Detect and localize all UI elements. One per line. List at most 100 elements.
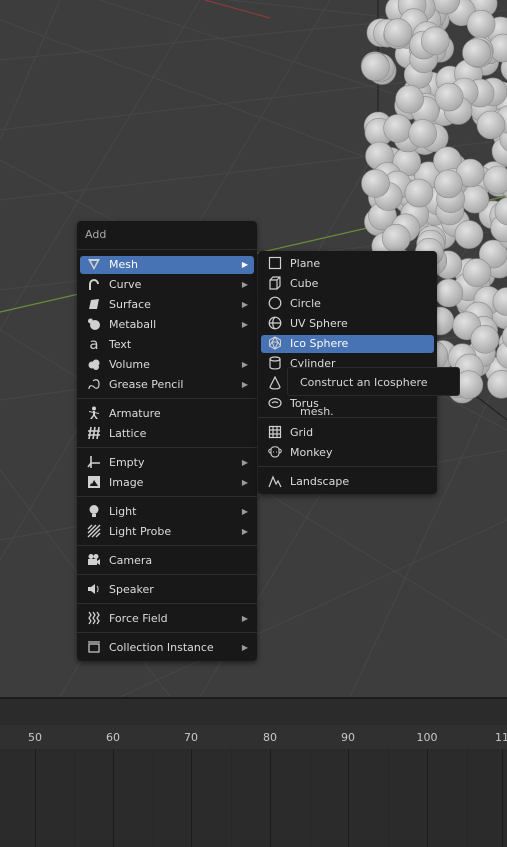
mesh-submenu-item-cube[interactable]: Cube <box>261 275 434 293</box>
timeline-frame-label: 100 <box>417 731 438 744</box>
menu-separator <box>258 466 437 467</box>
add-menu-item-metaball[interactable]: Metaball▶ <box>80 316 254 334</box>
add-menu-item-light[interactable]: Light ▶ <box>80 503 254 521</box>
torus-icon <box>267 396 283 412</box>
empty-icon <box>86 455 102 471</box>
add-menu-item-label: Lattice <box>109 427 146 440</box>
mesh-submenu-item-torus[interactable]: Torus <box>261 395 434 413</box>
plane-icon <box>267 256 283 272</box>
menu-separator <box>77 603 257 604</box>
add-menu-item-surface[interactable]: Surface ▶ <box>80 296 254 314</box>
menu-separator <box>77 496 257 497</box>
add-menu-item-light-probe[interactable]: Light Probe ▶ <box>80 523 254 541</box>
mesh-submenu-item-uv-sphere[interactable]: UV Sphere <box>261 315 434 333</box>
timeline-editor[interactable]: 506070809010011 <box>0 697 507 847</box>
timeline-frame-line <box>502 749 503 847</box>
add-menu-item-grease-pencil[interactable]: Grease Pencil ▶ <box>80 376 254 394</box>
timeline-frame-label: 70 <box>184 731 198 744</box>
curve-icon <box>86 277 102 293</box>
add-menu-item-volume[interactable]: Volume ▶ <box>80 356 254 374</box>
menu-separator <box>77 398 257 399</box>
text-icon: a <box>86 337 102 353</box>
submenu-arrow-icon: ▶ <box>242 523 248 541</box>
menu-separator <box>77 574 257 575</box>
mesh-submenu-item-label: Monkey <box>290 446 332 459</box>
add-menu-item-label: Grease Pencil <box>109 378 183 391</box>
circle-icon <box>267 296 283 312</box>
landscape-icon <box>267 474 283 490</box>
surface-icon <box>86 297 102 313</box>
submenu-arrow-icon: ▶ <box>242 376 248 394</box>
add-menu-item-text[interactable]: aText <box>80 336 254 354</box>
cube-icon <box>267 276 283 292</box>
add-menu-item-label: Camera <box>109 554 152 567</box>
add-menu-item-armature[interactable]: Armature <box>80 405 254 423</box>
mesh-submenu-item-landscape[interactable]: Landscape <box>261 473 434 491</box>
timeline-frame-label: 60 <box>106 731 120 744</box>
add-menu-item-curve[interactable]: Curve▶ <box>80 276 254 294</box>
timeline-frame-line <box>427 749 428 847</box>
add-menu-item-force-field[interactable]: Force Field▶ <box>80 610 254 628</box>
speaker-icon <box>86 582 102 598</box>
mesh-icon <box>86 257 102 273</box>
add-menu-item-mesh[interactable]: Mesh▶ <box>80 256 254 274</box>
light-probe-icon <box>86 524 102 540</box>
menu-separator <box>258 417 437 418</box>
mesh-submenu-item-grid[interactable]: Grid <box>261 424 434 442</box>
force-field-icon <box>86 611 102 627</box>
add-menu-item-label: Light Probe <box>109 525 171 538</box>
armature-icon <box>86 406 102 422</box>
cone-icon <box>267 376 283 392</box>
submenu-arrow-icon: ▶ <box>242 474 248 492</box>
add-menu-item-lattice[interactable]: Lattice <box>80 425 254 443</box>
add-menu-item-label: Mesh <box>109 258 138 271</box>
uv-sphere-icon <box>267 316 283 332</box>
cylinder-icon <box>267 356 283 372</box>
monkey-icon <box>267 445 283 461</box>
submenu-arrow-icon: ▶ <box>242 356 248 374</box>
timeline-minor-line <box>388 749 389 847</box>
add-menu-item-label: Image <box>109 476 143 489</box>
mesh-submenu-item-monkey[interactable]: Monkey <box>261 444 434 462</box>
add-menu-item-camera[interactable]: Camera <box>80 552 254 570</box>
mesh-submenu-item-label: Cube <box>290 277 318 290</box>
volume-icon <box>86 357 102 373</box>
mesh-submenu-item-label: Circle <box>290 297 321 310</box>
add-menu-item-label: Light <box>109 505 136 518</box>
mesh-submenu-item-circle[interactable]: Circle <box>261 295 434 313</box>
light-icon <box>86 504 102 520</box>
submenu-arrow-icon: ▶ <box>242 503 248 521</box>
add-menu-item-image[interactable]: Image ▶ <box>80 474 254 492</box>
timeline-frame-line <box>113 749 114 847</box>
menu-separator <box>77 545 257 546</box>
add-menu-item-label: Volume <box>109 358 150 371</box>
timeline-minor-line <box>310 749 311 847</box>
lattice-icon <box>86 426 102 442</box>
image-icon <box>86 475 102 491</box>
menu-separator <box>77 447 257 448</box>
timeline-frame-label: 90 <box>341 731 355 744</box>
submenu-arrow-icon: ▶ <box>242 296 248 314</box>
add-menu-item-label: Empty <box>109 456 144 469</box>
timeline-frame-line <box>191 749 192 847</box>
mesh-submenu-item-label: Ico Sphere <box>290 337 348 350</box>
add-menu-item-empty[interactable]: Empty▶ <box>80 454 254 472</box>
add-menu-item-speaker[interactable]: Speaker <box>80 581 254 599</box>
camera-icon <box>86 553 102 569</box>
mesh-submenu-item-label: Landscape <box>290 475 349 488</box>
timeline-frame-line <box>35 749 36 847</box>
add-menu-item-label: Armature <box>109 407 161 420</box>
menu-separator <box>77 632 257 633</box>
add-menu-title: Add <box>77 221 257 250</box>
add-menu-item-label: Collection Instance <box>109 641 214 654</box>
timeline-frame-label: 80 <box>263 731 277 744</box>
mesh-submenu-item-plane[interactable]: Plane <box>261 255 434 273</box>
mesh-submenu-item-label: Plane <box>290 257 320 270</box>
mesh-submenu-item-ico-sphere[interactable]: Ico Sphere <box>261 335 434 353</box>
mesh-submenu-item-label: Grid <box>290 426 313 439</box>
add-menu-item-collection-instance[interactable]: Collection Instance▶ <box>80 639 254 657</box>
add-menu-item-label: Surface <box>109 298 151 311</box>
timeline-minor-line <box>153 749 154 847</box>
grid-icon <box>267 425 283 441</box>
submenu-arrow-icon: ▶ <box>242 610 248 628</box>
